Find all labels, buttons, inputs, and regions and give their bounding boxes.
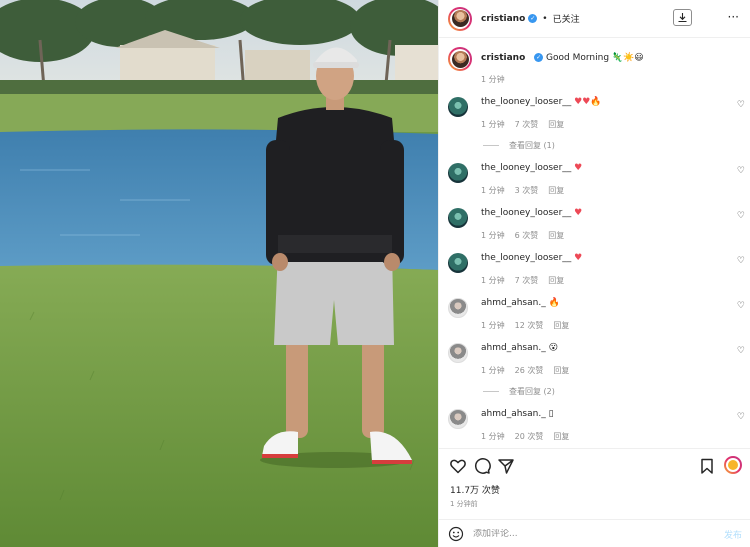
commenter-avatar[interactable] — [448, 163, 468, 183]
bookmark-icon[interactable] — [698, 457, 716, 475]
reply-button[interactable]: 回复 — [548, 231, 564, 240]
comment-time: 1 分钟 — [481, 276, 505, 285]
comment-text: 🔥 — [548, 298, 560, 308]
follow-status-button[interactable]: 已关注 — [553, 12, 580, 25]
comment-like-count[interactable]: 7 次赞 — [515, 276, 539, 285]
comment-like-heart-icon[interactable]: ♡ — [737, 256, 745, 266]
comment-time: 1 分钟 — [481, 321, 505, 330]
comment-time: 1 分钟 — [481, 366, 505, 375]
commenter-username[interactable]: the_looney_looser__ — [481, 253, 571, 263]
reply-button[interactable]: 回复 — [548, 120, 564, 129]
download-icon[interactable] — [673, 9, 692, 26]
comment-like-count[interactable]: 6 次赞 — [515, 231, 539, 240]
smiley-icon[interactable] — [448, 526, 464, 542]
commenter-username[interactable]: ahmd_ahsan._ — [481, 409, 546, 419]
reply-button[interactable]: 回复 — [548, 276, 564, 285]
comment-bubble-icon[interactable] — [473, 457, 491, 475]
reply-button[interactable]: 回复 — [553, 321, 569, 330]
comment-like-heart-icon[interactable]: ♡ — [737, 346, 745, 356]
comment-like-heart-icon[interactable]: ♡ — [737, 301, 745, 311]
commenter-avatar[interactable] — [448, 298, 468, 318]
caption-text-line: cristiano ✓ Good Morning 🦎☀️😃 — [481, 53, 644, 63]
view-replies-label: 查看回复 (1) — [509, 141, 555, 150]
caption-verified-badge-icon: ✓ — [534, 53, 544, 62]
send-arrow-icon[interactable] — [497, 457, 515, 475]
separator-dot: • — [542, 13, 548, 24]
comment-text: 😮 — [548, 343, 558, 353]
commenter-username[interactable]: the_looney_looser__ — [481, 163, 571, 173]
comment-like-heart-icon[interactable]: ♡ — [737, 100, 745, 110]
post-header: cristiano ✓ • 已关注 ··· — [439, 0, 750, 38]
commenter-username[interactable]: the_looney_looser__ — [481, 208, 571, 218]
post-detail-panel: cristiano ✓ • 已关注 ··· cristiano ✓ Good M… — [438, 0, 750, 547]
comment-like-count[interactable]: 26 次赞 — [515, 366, 544, 375]
view-replies-button[interactable]: 查看回复 (2) — [483, 386, 555, 397]
comment-text: ♥♥🔥 — [574, 97, 602, 107]
comment-time: 1 分钟 — [481, 231, 505, 240]
comment-text: ♥ — [574, 163, 583, 173]
commenter-avatar[interactable] — [448, 97, 468, 117]
reply-button[interactable]: 回复 — [553, 366, 569, 375]
verified-badge-icon: ✓ — [528, 14, 538, 23]
caption-author-avatar[interactable] — [448, 47, 472, 71]
post-actions: 11.7万 次赞 1 分钟前 发布 — [439, 448, 750, 547]
comment-like-count[interactable]: 12 次赞 — [515, 321, 544, 330]
comment-like-heart-icon[interactable]: ♡ — [737, 166, 745, 176]
heart-outline-icon[interactable] — [449, 457, 467, 475]
view-replies-button[interactable]: 查看回复 (1) — [483, 140, 555, 151]
commenter-avatar[interactable] — [448, 253, 468, 273]
comment-input[interactable] — [473, 529, 703, 539]
post-like-count[interactable]: 11.7万 次赞 — [450, 483, 500, 496]
comment-like-count[interactable]: 7 次赞 — [515, 120, 539, 129]
comment-time: 1 分钟 — [481, 432, 505, 441]
author-username[interactable]: cristiano — [481, 14, 525, 24]
commenter-avatar[interactable] — [448, 409, 468, 429]
comment-like-heart-icon[interactable]: ♡ — [737, 412, 745, 422]
comment-like-count[interactable]: 20 次赞 — [515, 432, 544, 441]
comment-time: 1 分钟 — [481, 120, 505, 129]
caption-timestamp: 1 分钟 — [481, 75, 505, 84]
reply-button[interactable]: 回复 — [553, 432, 569, 441]
comment-text: ♥ — [574, 208, 583, 218]
commenter-username[interactable]: the_looney_looser__ — [481, 97, 571, 107]
commenter-username[interactable]: ahmd_ahsan._ — [481, 298, 546, 308]
post-photo-illustration — [0, 0, 438, 547]
download-icon-glyph — [678, 13, 687, 23]
caption-username[interactable]: cristiano — [481, 53, 525, 63]
replies-divider-line — [483, 391, 499, 392]
commenter-avatar[interactable] — [448, 343, 468, 363]
post-timestamp: 1 分钟前 — [450, 500, 478, 508]
comment-text: ▯ — [548, 409, 554, 419]
commenter-avatar[interactable] — [448, 208, 468, 228]
author-avatar[interactable] — [448, 6, 472, 31]
reply-button[interactable]: 回复 — [548, 186, 564, 195]
comment-like-count[interactable]: 3 次赞 — [515, 186, 539, 195]
story-ring-icon[interactable] — [724, 456, 742, 474]
view-replies-label: 查看回复 (2) — [509, 387, 555, 396]
comment-like-heart-icon[interactable]: ♡ — [737, 211, 745, 221]
more-horizontal-icon[interactable]: ··· — [728, 10, 739, 24]
post-caption: cristiano ✓ Good Morning 🦎☀️😃 1 分钟 — [448, 47, 743, 85]
caption-text: Good Morning 🦎☀️😃 — [546, 53, 644, 63]
commenter-username[interactable]: ahmd_ahsan._ — [481, 343, 546, 353]
post-comment-button[interactable]: 发布 — [724, 528, 742, 541]
replies-divider-line — [483, 145, 499, 146]
add-comment-bar: 发布 — [439, 519, 750, 547]
comment-time: 1 分钟 — [481, 186, 505, 195]
post-photo[interactable] — [0, 0, 438, 547]
comment-text: ♥ — [574, 253, 583, 263]
